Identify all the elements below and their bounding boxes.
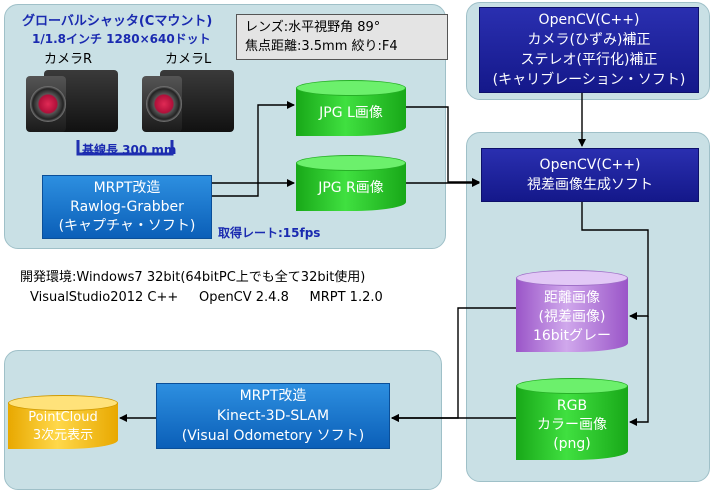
arrow-jpgl-disparity: [406, 106, 480, 186]
flow-arrows: [119, 93, 649, 426]
arrow-depth-slam: [391, 307, 516, 422]
arrow-disparity-rgb: [629, 316, 649, 426]
arrow-disparity-depth: [581, 202, 649, 320]
